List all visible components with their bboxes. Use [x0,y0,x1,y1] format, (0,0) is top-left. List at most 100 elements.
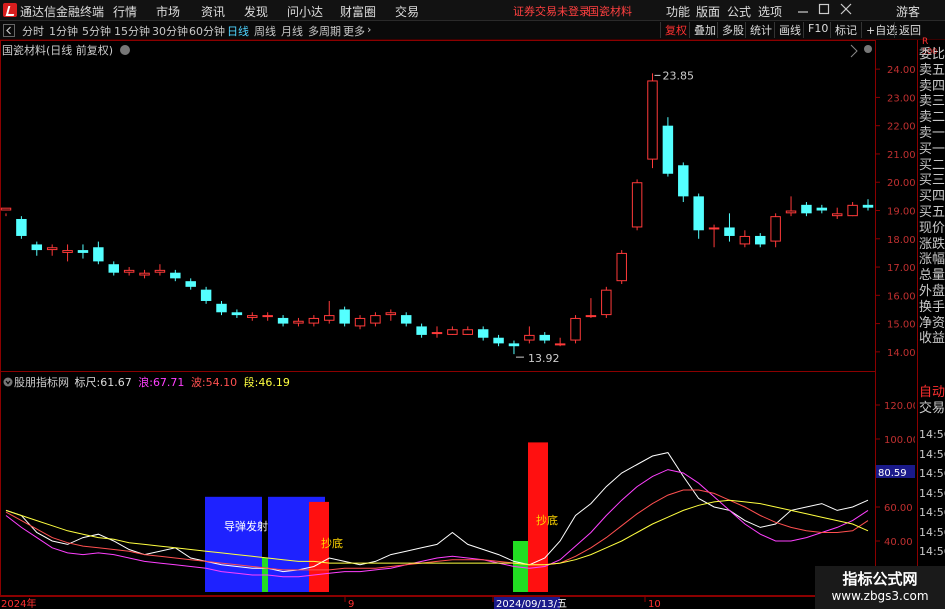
mark-button[interactable]: 标记 [830,22,857,38]
overlay-button[interactable]: 叠加 [689,22,716,38]
candle-up[interactable] [785,210,797,214]
candle-up[interactable] [123,269,135,273]
candle-down[interactable] [755,235,766,245]
candle-up[interactable] [770,216,781,242]
candle-down[interactable] [693,196,704,231]
candle-down[interactable] [477,329,489,338]
chevron-right-icon[interactable]: › [367,23,371,36]
candle-down[interactable] [31,244,43,251]
minimize-icon[interactable] [797,2,809,16]
candle-up[interactable] [708,227,720,230]
f10-button[interactable]: F10 [803,22,828,38]
candle-down[interactable] [724,227,735,236]
candle-down[interactable] [277,317,289,324]
candle-up[interactable] [62,250,73,253]
candle-down[interactable] [339,309,350,324]
login-status[interactable]: 证券交易未登录 [513,3,590,19]
candle-up[interactable] [308,317,320,324]
candle-down[interactable] [862,204,874,208]
multi-stock-button[interactable]: 多股 [717,22,744,38]
panel-bottom-1[interactable]: 交易 [919,401,945,416]
kline-chart[interactable]: 24.00 23.00 22.00 21.00 20.00 19.00 18.00 17.00… [0,40,915,609]
candle-up[interactable] [324,315,335,321]
menu-news[interactable]: 资讯 [201,3,225,20]
candle-down[interactable] [539,334,550,341]
tab-60min[interactable]: 60分钟 [189,23,225,39]
candle-up[interactable] [385,312,397,316]
candle-up[interactable] [739,235,751,245]
menu-discover[interactable]: 发现 [244,3,268,20]
tab-5min[interactable]: 5分钟 [82,23,111,39]
candle-up[interactable] [524,334,535,341]
statistics-button[interactable]: 统计 [745,22,772,38]
menu-market[interactable]: 市场 [156,3,180,20]
candle-down[interactable] [231,312,243,316]
draw-line-button[interactable]: 画线 [774,22,801,38]
candle-up[interactable] [570,317,581,341]
candle-up[interactable] [616,252,627,282]
menu-functions[interactable]: 功能 [666,3,690,20]
tab-15min[interactable]: 15分钟 [114,23,150,39]
candle-up[interactable] [247,315,258,318]
candle-up[interactable] [0,207,12,211]
candle-up[interactable] [139,272,150,276]
tab-monthly[interactable]: 月线 [281,23,303,39]
candle-down[interactable] [16,218,27,236]
gear-icon[interactable] [864,45,872,53]
menu-options[interactable]: 选项 [758,3,782,20]
candle-down[interactable] [185,281,196,287]
candle-up[interactable] [631,182,643,228]
candle-up[interactable] [831,213,843,217]
tab-multi-period[interactable]: 多周期 [308,23,341,39]
candle-down[interactable] [801,204,812,214]
candle-up[interactable] [447,329,458,335]
candle-down[interactable] [416,326,427,335]
candle-down[interactable] [170,272,181,279]
candle-down[interactable] [508,343,520,347]
candle-up[interactable] [46,247,58,251]
panel-bottom-0[interactable]: 自动 [919,385,945,400]
tab-1min[interactable]: 1分钟 [49,23,78,39]
candle-up[interactable] [462,329,474,335]
candle-up[interactable] [354,317,366,327]
candle-up[interactable] [554,343,566,346]
menu-market-quotes[interactable]: 行情 [113,3,137,20]
candle-up[interactable] [601,289,612,316]
candle-down[interactable] [400,315,412,324]
maximize-icon[interactable] [818,2,830,16]
candle-down[interactable] [493,337,504,344]
candle-up[interactable] [293,320,304,324]
indicator-settings-icon[interactable] [3,377,13,387]
candle-down[interactable] [93,247,104,262]
settings-circle-icon[interactable] [119,45,130,55]
candle-down[interactable] [108,264,119,273]
expand-icon[interactable] [850,44,858,58]
tab-daily[interactable]: 日线 [227,23,249,39]
candle-down[interactable] [816,207,828,211]
tab-30min[interactable]: 30分钟 [152,23,188,39]
menu-ask[interactable]: 问小达 [287,3,323,20]
tab-intraday[interactable]: 分时 [22,23,44,39]
candle-up[interactable] [647,80,658,160]
menu-wealth[interactable]: 财富圈 [340,3,376,20]
menu-trade[interactable]: 交易 [395,3,419,20]
chevron-left-icon[interactable] [3,24,15,37]
back-button[interactable]: 返回 [894,22,921,38]
candle-down[interactable] [77,250,89,253]
add-watchlist-button[interactable]: +自选 [861,22,897,38]
candle-up[interactable] [585,315,597,318]
candle-up[interactable] [262,315,273,318]
candle-up[interactable] [431,332,443,335]
tab-weekly[interactable]: 周线 [254,23,276,39]
candle-down[interactable] [200,289,212,301]
user-guest[interactable]: 游客 [896,3,920,20]
candle-down[interactable] [678,165,689,197]
candle-down[interactable] [216,303,227,313]
candle-up[interactable] [847,204,858,217]
tab-more[interactable]: 更多 [343,23,365,39]
close-icon[interactable] [840,2,852,16]
candle-up[interactable] [370,315,381,324]
menu-layout[interactable]: 版面 [696,3,720,20]
candle-down[interactable] [662,125,674,174]
restore-rights-button[interactable]: 复权 [660,22,687,38]
